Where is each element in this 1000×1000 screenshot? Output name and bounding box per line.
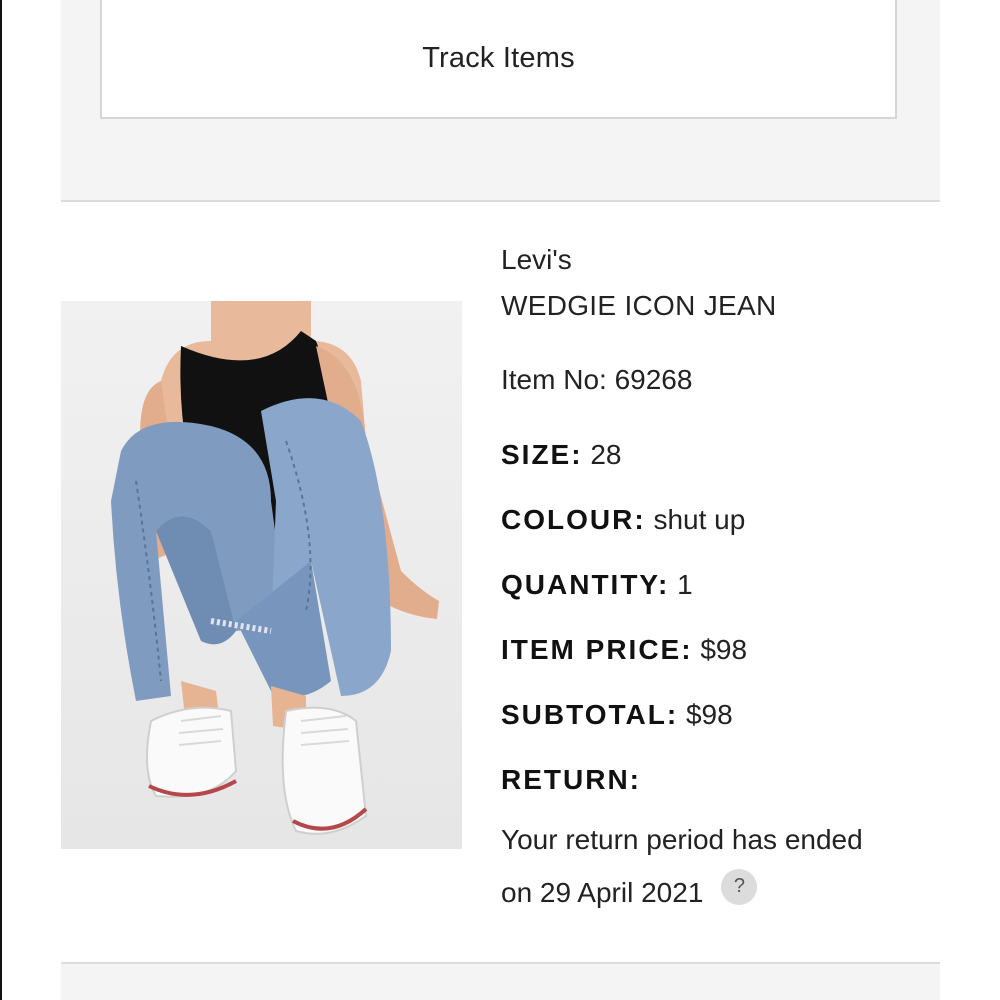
return-label: RETURN: xyxy=(501,764,641,795)
next-section-divider xyxy=(61,962,940,1000)
size-label: SIZE: xyxy=(501,439,583,470)
subtotal-value: $98 xyxy=(685,699,733,730)
item-number: Item No: 69268 xyxy=(501,364,693,395)
colour-value: shut up xyxy=(653,504,746,535)
quantity-value: 1 xyxy=(677,569,693,600)
size-row: SIZE: 28 xyxy=(501,435,941,500)
quantity-row: QUANTITY: 1 xyxy=(501,565,941,630)
item-price-value: $98 xyxy=(700,634,748,665)
product-name[interactable]: WEDGIE ICON JEAN xyxy=(501,286,941,326)
subtotal-row: SUBTOTAL: $98 xyxy=(501,695,941,760)
order-item-page: Track Items Levi's WEDGIE ICON JEAN Item… xyxy=(0,0,1000,1000)
colour-label: COLOUR: xyxy=(501,504,646,535)
track-panel: Track Items xyxy=(61,0,940,202)
subtotal-label: SUBTOTAL: xyxy=(501,699,679,730)
return-status: Your return period has ended on 29 April… xyxy=(501,813,941,919)
colour-row: COLOUR: shut up xyxy=(501,500,941,565)
quantity-label: QUANTITY: xyxy=(501,569,670,600)
track-items-button[interactable]: Track Items xyxy=(100,0,897,119)
product-details: Levi's WEDGIE ICON JEAN Item No: 69268 S… xyxy=(501,240,941,919)
item-price-row: ITEM PRICE: $98 xyxy=(501,630,941,695)
size-value: 28 xyxy=(590,439,622,470)
item-price-label: ITEM PRICE: xyxy=(501,634,693,665)
window-edge xyxy=(0,0,2,1000)
return-status-line-1: Your return period has ended xyxy=(501,824,863,855)
product-image[interactable] xyxy=(61,301,462,849)
product-brand: Levi's xyxy=(501,244,572,275)
return-date: on 29 April 2021 xyxy=(501,877,704,908)
return-status-line-2: on 29 April 2021? xyxy=(501,866,941,919)
help-icon[interactable]: ? xyxy=(721,868,758,905)
